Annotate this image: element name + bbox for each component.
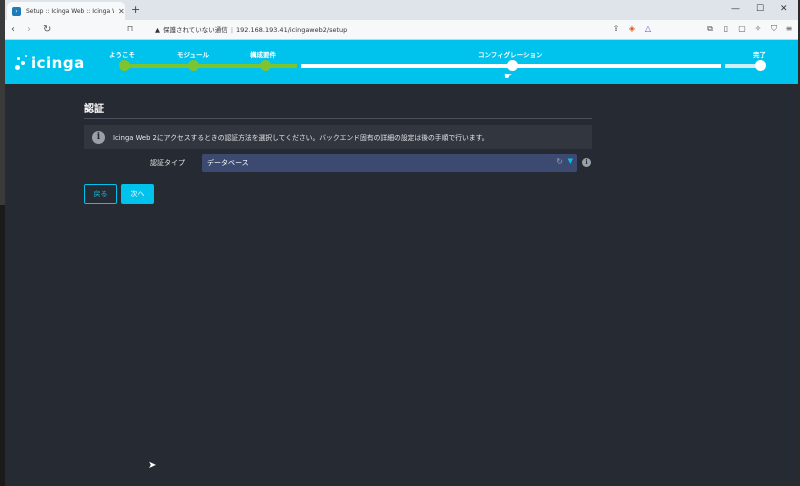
reload-icon[interactable]: ↻ (43, 23, 51, 37)
setup-header: icinga ようこそ モジュール 構成要件 コンフィグレーション 完了 ☛ (5, 40, 798, 84)
browser-window: › Setup :: Icinga Web :: Icinga Web ✕ + … (5, 0, 798, 486)
step-dot-requirements[interactable] (260, 60, 271, 71)
forward-icon[interactable]: › (27, 23, 31, 37)
step-label-finish: 完了 (753, 51, 766, 59)
security-warning-text: 保護されていない通信 (163, 26, 228, 34)
chevron-down-icon: ▼ (567, 157, 573, 165)
menu-icon[interactable]: ≡ (784, 24, 794, 34)
step-label-welcome: ようこそ (109, 51, 135, 59)
mouse-cursor-icon: ➤ (148, 460, 157, 471)
icinga-logo: icinga (15, 54, 85, 72)
sidebar-icon[interactable]: ▯ (721, 24, 731, 34)
minimize-button[interactable]: — (731, 2, 740, 16)
logo-text: icinga (31, 54, 85, 72)
brave-rewards-icon[interactable]: △ (643, 24, 653, 34)
address-bar[interactable]: ▲ 保護されていない通信 | 192.168.193.41/icingaweb2/se… (155, 23, 347, 37)
step-dot-modules[interactable] (188, 60, 199, 71)
tab-title: Setup :: Icinga Web :: Icinga Web (26, 7, 114, 15)
step-dot-finish[interactable] (755, 60, 766, 71)
next-button[interactable]: 次へ (121, 184, 154, 204)
icinga-favicon-icon: › (12, 6, 21, 16)
background-terminal-strip (0, 205, 5, 486)
step-label-modules: モジュール (177, 51, 210, 59)
auth-type-value: データベース (207, 159, 249, 167)
bookmark-icon[interactable]: ⊓ (125, 24, 135, 34)
new-tab-button[interactable]: + (131, 3, 140, 17)
brave-shield-icon[interactable]: ◈ (627, 24, 637, 34)
auth-type-row: 認証タイプ データベース ↻ ▼ i (84, 154, 604, 172)
icinga-logo-icon (15, 55, 29, 71)
help-info-icon[interactable]: i (582, 158, 591, 167)
setup-content: 認証 i Icinga Web 2にアクセスするときの認証方法を選択してください… (84, 100, 592, 204)
page-title: 認証 (84, 100, 592, 119)
wallet-icon[interactable]: ▢ (737, 24, 747, 34)
vpn-icon[interactable]: ⛉ (769, 24, 779, 34)
info-icon: i (92, 130, 105, 144)
step-dot-configuration[interactable] (507, 60, 518, 71)
browser-toolbar: ‹ › ↻ ⊓ ▲ 保護されていない通信 | 192.168.193.41/icing… (5, 20, 798, 40)
auth-type-label: 認証タイプ (150, 159, 185, 167)
info-message: i Icinga Web 2にアクセスするときの認証方法を選択してください。バッ… (84, 125, 592, 149)
auth-type-select[interactable]: データベース ↻ ▼ (202, 154, 577, 172)
tab-close-icon[interactable]: ✕ (118, 7, 125, 16)
share-icon[interactable]: ⇪ (611, 24, 621, 34)
tab-strip: › Setup :: Icinga Web :: Icinga Web ✕ + … (5, 0, 798, 20)
warning-icon: ▲ (155, 26, 160, 34)
back-icon[interactable]: ‹ (11, 23, 15, 37)
back-button[interactable]: 戻る (84, 184, 117, 204)
close-window-button[interactable]: ✕ (780, 2, 788, 16)
step-label-configuration: コンフィグレーション (478, 51, 543, 59)
step-dot-welcome[interactable] (119, 60, 130, 71)
pointer-hand-icon: ☛ (504, 72, 513, 82)
leo-ai-icon[interactable]: ✧ (753, 24, 763, 34)
url-separator: | (230, 26, 234, 34)
info-text: Icinga Web 2にアクセスするときの認証方法を選択してください。バックエ… (113, 134, 489, 142)
url-text: 192.168.193.41/icingaweb2/setup (236, 26, 348, 34)
step-label-requirements: 構成要件 (250, 51, 276, 59)
maximize-button[interactable]: ☐ (756, 2, 764, 16)
refresh-icon: ↻ (556, 157, 563, 166)
browser-tab[interactable]: › Setup :: Icinga Web :: Icinga Web ✕ (7, 2, 125, 20)
extensions-icon[interactable]: ⧉ (705, 24, 715, 34)
